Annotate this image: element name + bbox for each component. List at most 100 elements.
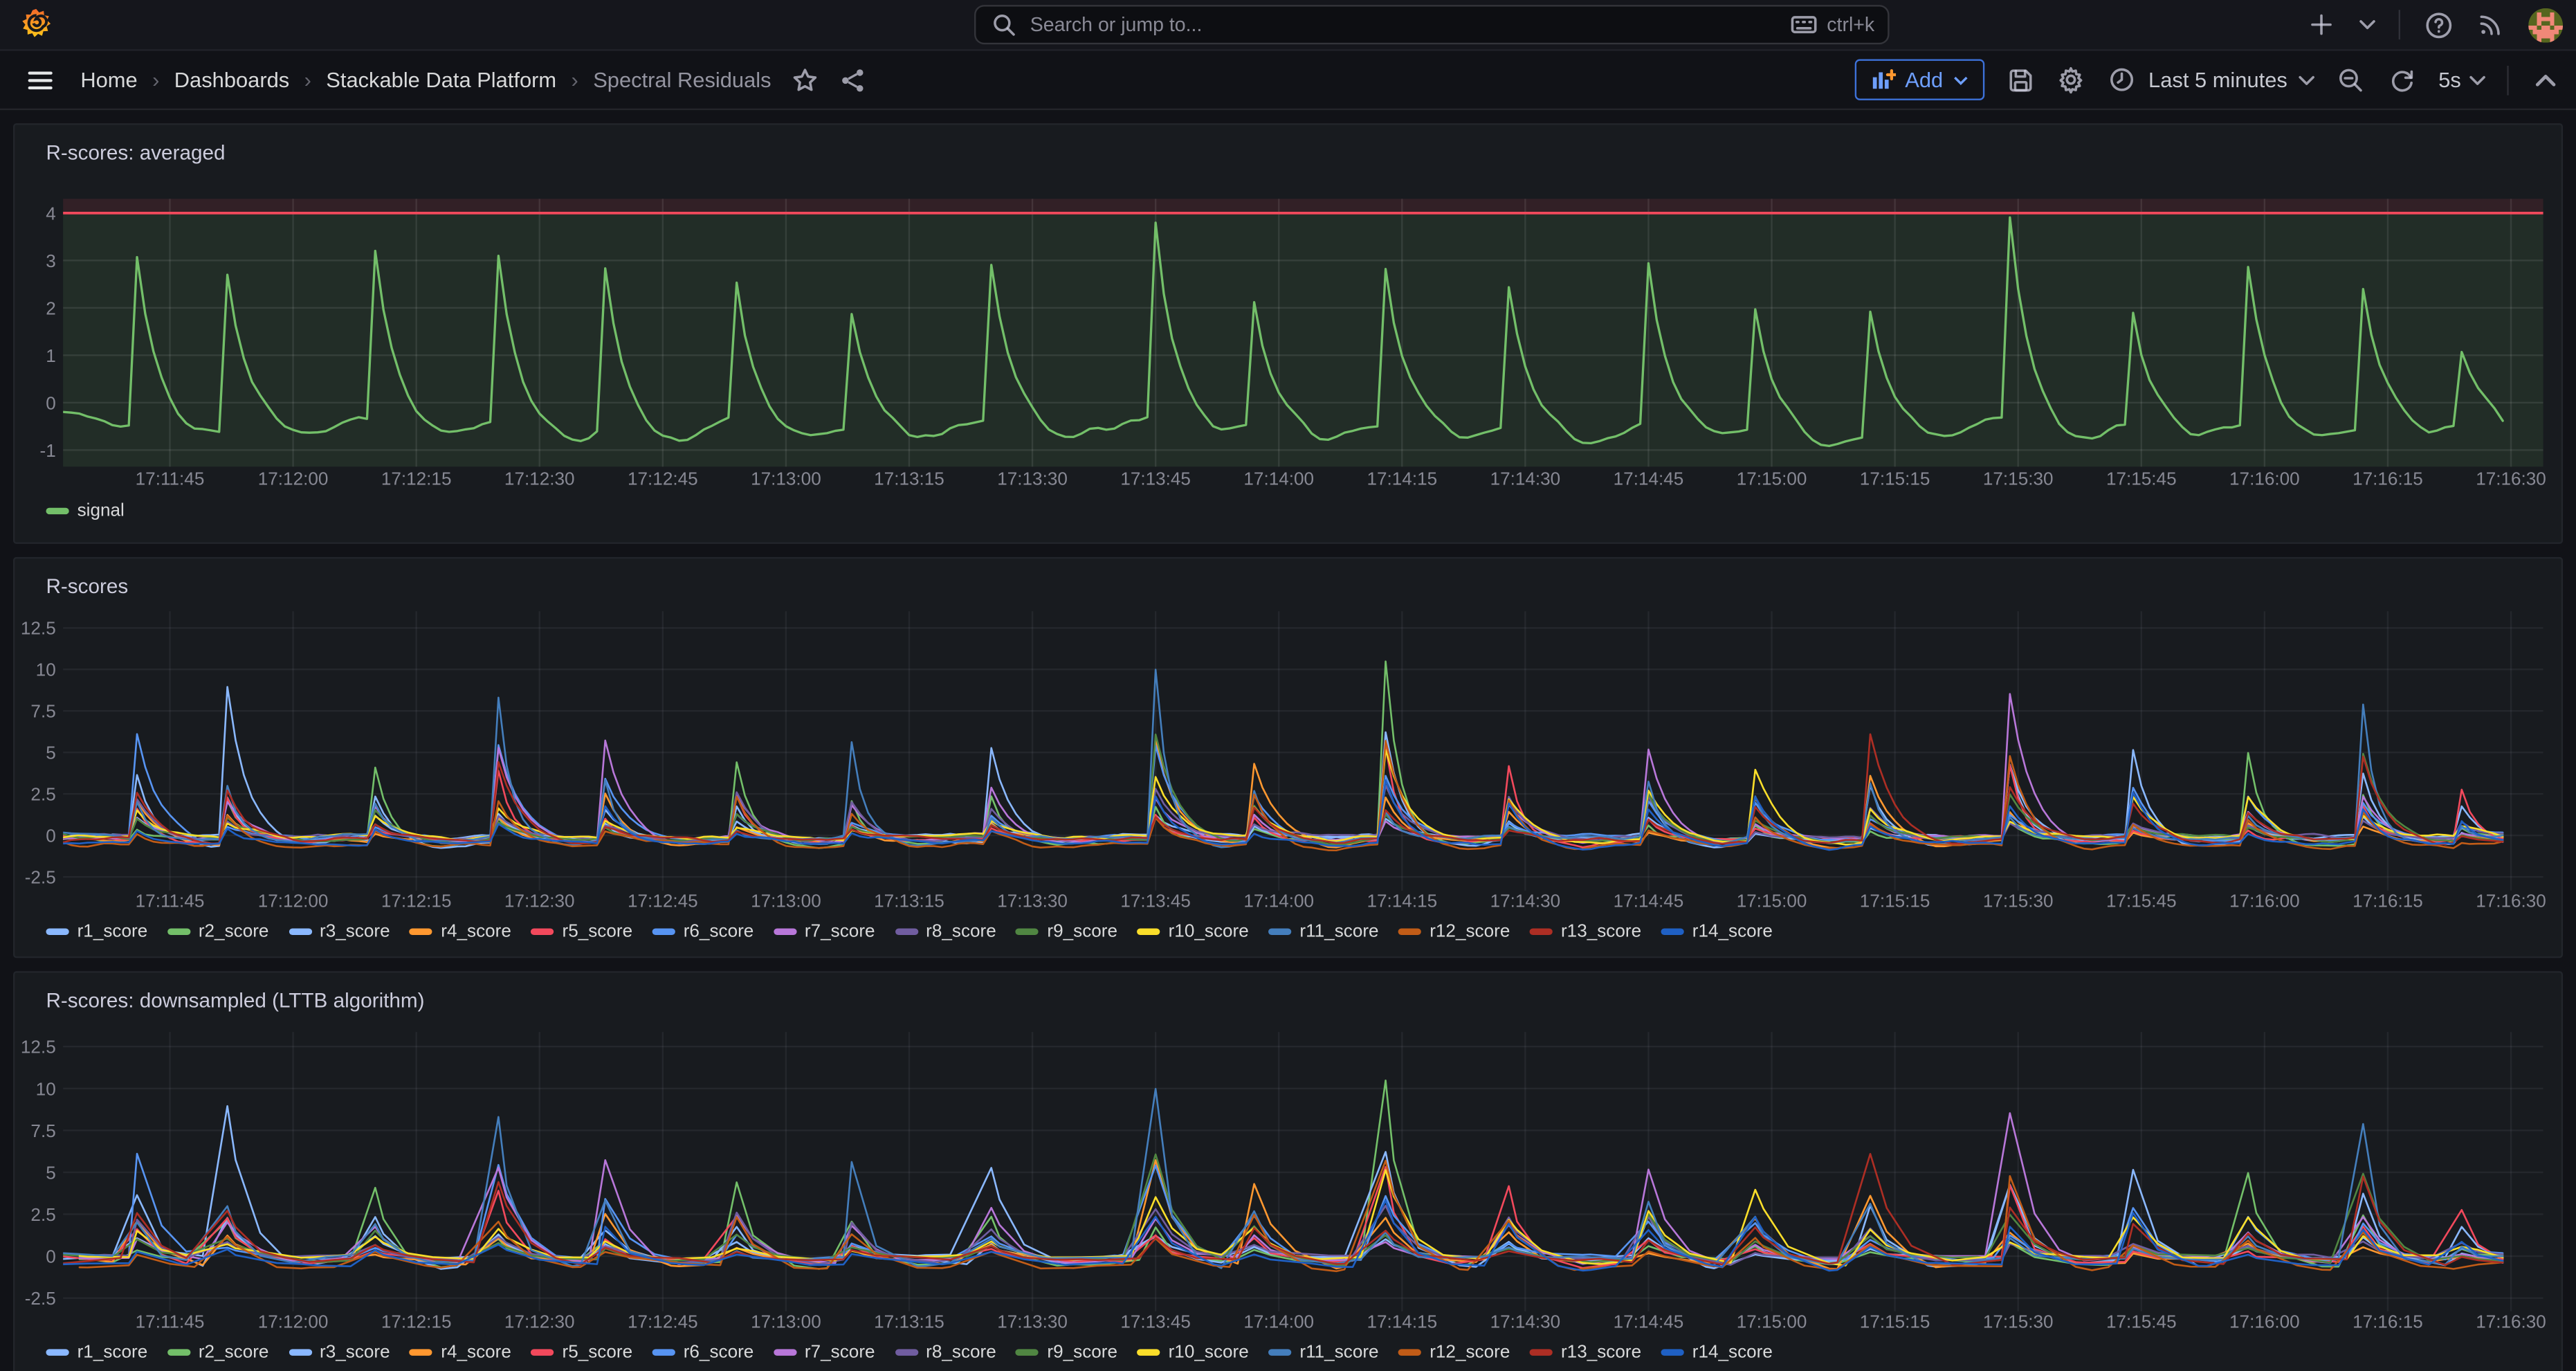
- legend-item-r6_score[interactable]: r6_score: [652, 1343, 754, 1362]
- legend-item-signal[interactable]: signal: [46, 501, 124, 520]
- legend-item-r11_score[interactable]: r11_score: [1268, 1343, 1378, 1362]
- new-chevron-down-icon[interactable]: [2359, 10, 2376, 39]
- zoom-out-icon[interactable]: [2337, 65, 2366, 95]
- legend-swatch: [895, 929, 917, 935]
- user-avatar[interactable]: [2528, 8, 2563, 42]
- search-shortcut-text: ctrl+k: [1827, 13, 1874, 36]
- x-tick-label: 17:12:45: [628, 891, 698, 911]
- help-icon[interactable]: [2423, 10, 2453, 39]
- legend-item-r4_score[interactable]: r4_score: [410, 1343, 511, 1362]
- legend-item-r7_score[interactable]: r7_score: [774, 922, 875, 941]
- legend-item-r5_score[interactable]: r5_score: [531, 1343, 632, 1362]
- refresh-interval-picker[interactable]: 5s: [2438, 67, 2485, 92]
- legend-item-r1_score[interactable]: r1_score: [46, 922, 147, 941]
- save-dashboard-icon[interactable]: [2005, 65, 2035, 95]
- new-plus-button[interactable]: [2307, 10, 2337, 39]
- dashboard-settings-gear-icon[interactable]: [2056, 65, 2086, 95]
- add-button[interactable]: Add: [1854, 59, 1984, 100]
- news-rss-icon[interactable]: [2476, 10, 2505, 39]
- panel-title[interactable]: R-scores: averaged: [46, 141, 225, 164]
- legend-label: r6_score: [684, 922, 754, 941]
- share-icon[interactable]: [839, 65, 868, 95]
- legend-swatch: [1016, 929, 1039, 935]
- y-tick-label: 2.5: [30, 784, 55, 805]
- x-tick-label: 17:16:00: [2229, 1311, 2300, 1332]
- legend-item-r12_score[interactable]: r12_score: [1398, 922, 1510, 941]
- legend-item-r10_score[interactable]: r10_score: [1137, 922, 1248, 941]
- x-tick-label: 17:16:30: [2476, 1311, 2546, 1332]
- x-tick-label: 17:15:45: [2106, 468, 2177, 489]
- kiosk-chevron-up-icon[interactable]: [2530, 65, 2560, 95]
- legend-item-r9_score[interactable]: r9_score: [1016, 922, 1117, 941]
- favorite-star-icon[interactable]: [791, 65, 821, 95]
- breadcrumb-dashboards[interactable]: Dashboards: [174, 67, 289, 92]
- y-tick-label: -2.5: [25, 867, 56, 888]
- x-tick-label: 17:11:45: [136, 1311, 205, 1332]
- panel2-chart[interactable]: 12.5107.552.50-2.517:11:4517:12:0017:12:…: [15, 601, 2561, 923]
- panel3-chart[interactable]: 12.5107.552.50-2.517:11:4517:12:0017:12:…: [15, 1022, 2561, 1344]
- x-tick-label: 17:14:00: [1243, 468, 1314, 489]
- x-tick-label: 17:15:45: [2106, 891, 2177, 911]
- legend-item-r3_score[interactable]: r3_score: [289, 922, 390, 941]
- legend-label: r9_score: [1047, 922, 1117, 941]
- legend-item-r10_score[interactable]: r10_score: [1137, 1343, 1248, 1362]
- panel1-chart[interactable]: 43210-117:11:4517:12:0017:12:1517:12:301…: [15, 188, 2561, 503]
- x-tick-label: 17:15:15: [1860, 1311, 1930, 1332]
- x-tick-label: 17:13:45: [1120, 468, 1191, 489]
- time-range-picker[interactable]: Last 5 minutes: [2108, 65, 2315, 95]
- x-tick-label: 17:13:00: [751, 891, 821, 911]
- legend-swatch: [1530, 929, 1553, 935]
- legend-item-r14_score[interactable]: r14_score: [1661, 922, 1773, 941]
- legend-item-r6_score[interactable]: r6_score: [652, 922, 754, 941]
- legend-item-r12_score[interactable]: r12_score: [1398, 1343, 1510, 1362]
- legend-item-r8_score[interactable]: r8_score: [895, 922, 996, 941]
- legend-label: r8_score: [926, 922, 996, 941]
- legend-item-r2_score[interactable]: r2_score: [167, 922, 269, 941]
- x-tick-label: 17:13:15: [874, 1311, 944, 1332]
- legend-swatch: [289, 1349, 311, 1355]
- breadcrumb-folder[interactable]: Stackable Data Platform: [326, 67, 556, 92]
- x-tick-label: 17:14:30: [1490, 891, 1561, 911]
- legend-item-r2_score[interactable]: r2_score: [167, 1343, 269, 1362]
- breadcrumb-home[interactable]: Home: [80, 67, 137, 92]
- time-range-chevron-down-icon: [2299, 75, 2315, 84]
- menu-hamburger-icon[interactable]: [25, 65, 55, 95]
- y-tick-label: 10: [36, 1078, 56, 1099]
- legend-item-r13_score[interactable]: r13_score: [1530, 922, 1641, 941]
- add-button-label: Add: [1905, 67, 1943, 92]
- legend-item-r5_score[interactable]: r5_score: [531, 922, 632, 941]
- legend-label: r13_score: [1561, 1343, 1641, 1362]
- legend-item-r11_score[interactable]: r11_score: [1268, 922, 1378, 941]
- panel-title[interactable]: R-scores: [46, 575, 128, 598]
- legend-swatch: [531, 1349, 554, 1355]
- y-tick-label: -2.5: [25, 1288, 56, 1309]
- legend-label: r8_score: [926, 1343, 996, 1362]
- legend-item-r14_score[interactable]: r14_score: [1661, 1343, 1773, 1362]
- x-tick-label: 17:12:45: [628, 1311, 698, 1332]
- top-bar: Search or jump to... ctrl+k: [0, 0, 2576, 51]
- x-tick-label: 17:13:15: [874, 468, 944, 489]
- search-input[interactable]: Search or jump to... ctrl+k: [974, 5, 1890, 44]
- panel-title[interactable]: R-scores: downsampled (LTTB algorithm): [46, 989, 424, 1012]
- dashboard-title-actions: [791, 65, 868, 95]
- legend-item-r8_score[interactable]: r8_score: [895, 1343, 996, 1362]
- search-shortcut: ctrl+k: [1789, 10, 1875, 39]
- legend-item-r3_score[interactable]: r3_score: [289, 1343, 390, 1362]
- keyboard-icon: [1789, 10, 1819, 39]
- legend-label: r6_score: [684, 1343, 754, 1362]
- dashboard-nav-row: Home › Dashboards › Stackable Data Platf…: [0, 51, 2576, 110]
- legend-swatch: [652, 1349, 675, 1355]
- breadcrumb: Home › Dashboards › Stackable Data Platf…: [80, 67, 771, 92]
- legend-item-r1_score[interactable]: r1_score: [46, 1343, 147, 1362]
- breadcrumb-separator: ›: [304, 67, 311, 92]
- x-tick-label: 17:16:15: [2353, 468, 2423, 489]
- grafana-logo[interactable]: [19, 8, 52, 41]
- x-tick-label: 17:15:30: [1983, 891, 2054, 911]
- legend-item-r4_score[interactable]: r4_score: [410, 922, 511, 941]
- refresh-icon[interactable]: [2388, 65, 2418, 95]
- legend-item-r13_score[interactable]: r13_score: [1530, 1343, 1641, 1362]
- legend-item-r9_score[interactable]: r9_score: [1016, 1343, 1117, 1362]
- x-tick-label: 17:13:30: [997, 891, 1068, 911]
- legend-item-r7_score[interactable]: r7_score: [774, 1343, 875, 1362]
- legend-label: r14_score: [1692, 922, 1773, 941]
